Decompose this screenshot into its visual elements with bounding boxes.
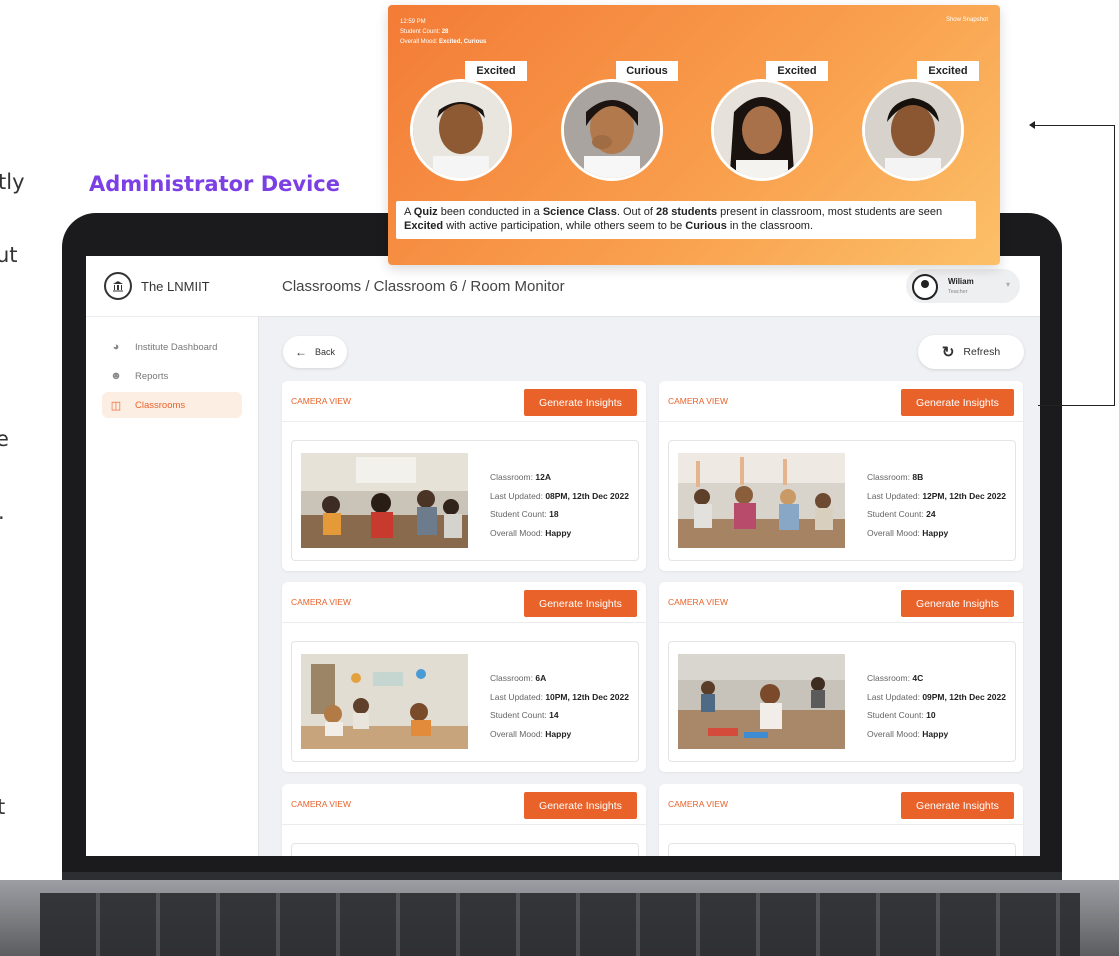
classroom-summary[interactable]: Classroom: 8B Last Updated: 12PM, 12th D… (668, 440, 1016, 561)
classroom-photo (301, 654, 468, 749)
sidebar-item-label: Institute Dashboard (135, 341, 218, 353)
student-face-photo (711, 79, 813, 181)
camera-view-label: CAMERA VIEW (668, 396, 728, 406)
device-label: Administrator Device (89, 172, 340, 196)
student-face-photo (561, 79, 663, 181)
student-face-photo (410, 79, 512, 181)
topbar: Classrooms / Classroom 6 / Room Monitor … (258, 256, 1040, 317)
emotion-label: Curious (616, 61, 678, 81)
snapshot-meta: 12:59 PM Student Count: 28 Overall Mood:… (400, 19, 487, 45)
text-fragment: e (0, 427, 9, 451)
camera-view-label: CAMERA VIEW (291, 799, 351, 809)
card-header: CAMERA VIEW Generate Insights (659, 381, 1023, 422)
back-button-label: Back (314, 347, 335, 357)
institution-icon (104, 272, 132, 300)
text-fragment: t (0, 795, 6, 819)
card-header: CAMERA VIEW Generate Insights (659, 784, 1023, 825)
classroom-summary[interactable] (668, 843, 1016, 856)
dashboard-icon: ◕ (112, 341, 120, 353)
camera-view-label: CAMERA VIEW (668, 799, 728, 809)
refresh-button-label: Refresh (963, 346, 1001, 358)
card-header: CAMERA VIEW Generate Insights (282, 381, 646, 422)
classroom-info: Classroom: 8B Last Updated: 12PM, 12th D… (867, 472, 1006, 538)
text-fragment: tly (0, 170, 25, 194)
classroom-photo (678, 654, 845, 749)
keyboard-keys (40, 893, 1080, 956)
chevron-down-icon: ▾ (1005, 280, 1010, 289)
emotion-label: Excited (465, 61, 527, 81)
classroom-summary[interactable] (291, 843, 639, 856)
camera-card: CAMERA VIEW Generate Insights Classroom:… (282, 381, 646, 571)
classroom-photo (678, 453, 845, 548)
show-snapshot-link[interactable]: Show Snapshot (946, 17, 988, 23)
generate-insights-button[interactable]: Generate Insights (901, 389, 1014, 416)
generate-insights-button[interactable]: Generate Insights (524, 389, 637, 416)
connector-line (1038, 405, 1115, 406)
refresh-button[interactable]: ↻ Refresh (918, 335, 1024, 369)
user-role: Teacher (948, 289, 968, 295)
camera-card: CAMERA VIEW Generate Insights Classroom:… (282, 582, 646, 772)
refresh-icon: ↻ (941, 344, 955, 361)
user-name: Wiliam (948, 277, 974, 286)
classroom-summary[interactable]: Classroom: 4C Last Updated: 09PM, 12th D… (668, 641, 1016, 762)
sidebar-item-label: Reports (135, 370, 169, 382)
classroom-icon: ◫ (110, 399, 122, 412)
card-header: CAMERA VIEW Generate Insights (659, 582, 1023, 623)
sidebar-nav: ◕ Institute Dashboard ☻ Reports ◫ Classr… (86, 317, 258, 418)
generate-insights-button[interactable]: Generate Insights (524, 590, 637, 617)
classroom-photo (301, 453, 468, 548)
camera-card: CAMERA VIEW Generate Insights (659, 784, 1023, 856)
text-fragment: . (0, 500, 5, 524)
camera-card: CAMERA VIEW Generate Insights (282, 784, 646, 856)
users-icon: ☻ (110, 370, 122, 382)
camera-card: CAMERA VIEW Generate Insights Classroom:… (659, 381, 1023, 571)
insight-snapshot-panel: 12:59 PM Student Count: 28 Overall Mood:… (388, 5, 1000, 265)
connector-line (1114, 125, 1115, 406)
sidebar-item-label: Classrooms (135, 399, 186, 411)
camera-view-label: CAMERA VIEW (668, 597, 728, 607)
generate-insights-button[interactable]: Generate Insights (901, 590, 1014, 617)
camera-card: CAMERA VIEW Generate Insights Classroom:… (659, 582, 1023, 772)
classroom-summary[interactable]: Classroom: 12A Last Updated: 08PM, 12th … (291, 440, 639, 561)
generate-insights-button[interactable]: Generate Insights (524, 792, 637, 819)
brand-name: The LNMIIT (141, 278, 210, 294)
avatar-icon (912, 274, 938, 300)
text-fragment: ut (0, 243, 18, 267)
classroom-summary[interactable]: Classroom: 6A Last Updated: 10PM, 12th D… (291, 641, 639, 762)
sidebar-item-classrooms[interactable]: ◫ Classrooms (102, 392, 242, 418)
breadcrumb: Classrooms / Classroom 6 / Room Monitor (282, 278, 565, 295)
card-header: CAMERA VIEW Generate Insights (282, 582, 646, 623)
app-screen: The LNMIIT ◕ Institute Dashboard ☻ Repor… (86, 256, 1040, 856)
sidebar-item-reports[interactable]: ☻ Reports (102, 363, 242, 389)
classroom-info: Classroom: 12A Last Updated: 08PM, 12th … (490, 472, 629, 538)
sidebar: The LNMIIT ◕ Institute Dashboard ☻ Repor… (86, 256, 259, 856)
user-menu[interactable]: Wiliam Teacher ▾ (906, 269, 1020, 303)
connector-line (1034, 125, 1114, 126)
insight-summary: A Quiz been conducted in a Science Class… (396, 201, 976, 239)
camera-view-label: CAMERA VIEW (291, 597, 351, 607)
emotion-label: Excited (766, 61, 828, 81)
student-face-photo (862, 79, 964, 181)
classroom-info: Classroom: 4C Last Updated: 09PM, 12th D… (867, 673, 1006, 739)
sidebar-item-institute-dashboard[interactable]: ◕ Institute Dashboard (102, 334, 242, 360)
brand[interactable]: The LNMIIT (86, 256, 258, 317)
emotion-label: Excited (917, 61, 979, 81)
back-button[interactable]: ← Back (283, 336, 347, 368)
camera-view-label: CAMERA VIEW (291, 396, 351, 406)
generate-insights-button[interactable]: Generate Insights (901, 792, 1014, 819)
classroom-info: Classroom: 6A Last Updated: 10PM, 12th D… (490, 673, 629, 739)
arrow-left-icon: ← (294, 345, 307, 359)
arrow-head-icon (1029, 121, 1035, 129)
card-header: CAMERA VIEW Generate Insights (282, 784, 646, 825)
